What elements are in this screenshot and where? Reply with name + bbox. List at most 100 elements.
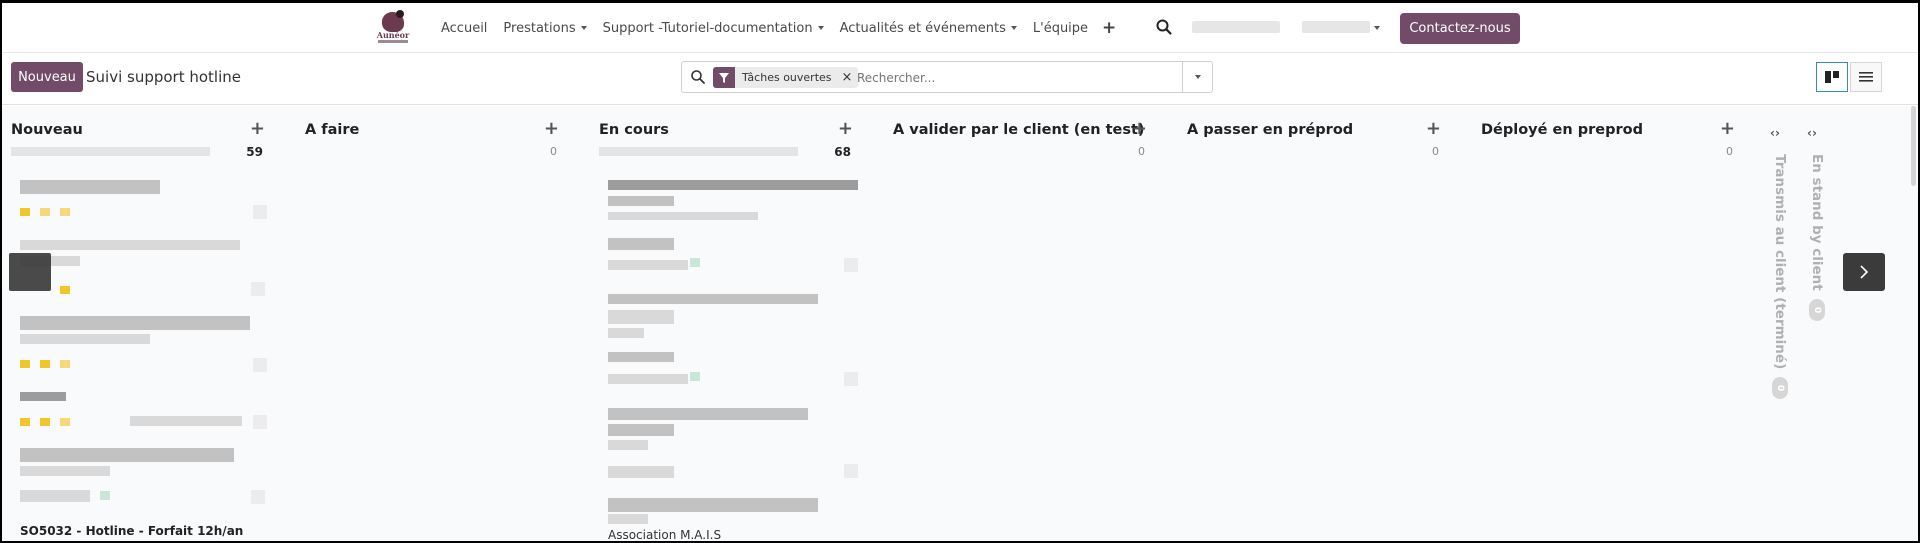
redacted-card-title[interactable] — [608, 408, 808, 420]
redacted-card-subtitle — [608, 328, 644, 338]
dragged-card-overlay[interactable] — [9, 253, 51, 291]
card-action-icon[interactable] — [844, 258, 858, 272]
search-icon[interactable] — [690, 69, 708, 87]
card-title[interactable]: SO5032 - Hotline - Forfait 12h/an — [20, 524, 243, 538]
column-count: 68 — [834, 145, 851, 159]
new-task-button[interactable]: Nouveau — [11, 62, 83, 92]
card-action-icon[interactable] — [251, 282, 265, 296]
column-title: A faire — [305, 122, 360, 138]
kanban-column-deploye-preprod: Déployé en preprod + 0 — [1472, 106, 1746, 541]
scroll-right-button[interactable] — [1843, 253, 1885, 291]
priority-star-icon[interactable] — [20, 208, 30, 216]
priority-star-icon[interactable] — [60, 208, 70, 216]
redacted-user-menu[interactable] — [1302, 21, 1370, 33]
priority-star-icon[interactable] — [40, 360, 50, 368]
card-action-icon[interactable] — [253, 205, 267, 219]
redacted-card-subtitle — [608, 514, 648, 524]
redacted-card-title[interactable] — [608, 180, 858, 190]
add-card-icon[interactable]: + — [1426, 118, 1441, 139]
card-action-icon[interactable] — [251, 490, 265, 504]
redacted-card-title[interactable] — [20, 316, 250, 330]
redacted-card-tags — [608, 374, 688, 384]
redacted-card-title[interactable] — [608, 294, 818, 304]
redacted-card-subtitle — [608, 212, 758, 220]
expand-column-icon[interactable]: ‹› — [1807, 126, 1817, 140]
menu-item-support[interactable]: Support -Tutoriel-documentation — [595, 21, 832, 36]
kanban-column-a-faire: A faire + 0 — [296, 106, 570, 541]
redacted-card-title[interactable] — [20, 392, 66, 401]
kanban-view-button[interactable] — [1816, 62, 1848, 92]
company-logo[interactable]: Aunéor — [376, 10, 410, 46]
caret-down-icon — [1374, 26, 1380, 30]
menu-item-prestations[interactable]: Prestations — [495, 21, 594, 36]
redacted-card-title[interactable] — [608, 196, 674, 206]
column-title: A valider par le client (en test) — [893, 122, 1145, 138]
add-card-icon[interactable]: + — [1720, 118, 1735, 139]
column-count: 0 — [1138, 145, 1145, 158]
menu-item-label: L'équipe — [1032, 20, 1089, 36]
menu-item-label: Actualités et événements — [839, 20, 1006, 36]
kanban-column-a-passer-preprod: A passer en préprod + 0 — [1178, 106, 1452, 541]
priority-star-icon[interactable] — [60, 360, 70, 368]
caret-down-icon — [817, 26, 824, 30]
priority-star-icon[interactable] — [20, 418, 30, 426]
folded-column-label: Transmis au client (terminé) — [1772, 154, 1788, 370]
column-count: 0 — [1726, 145, 1733, 158]
main-menu: Accueil Prestations Support -Tutoriel-do… — [433, 3, 1122, 53]
logo-accent — [396, 10, 404, 18]
kanban-board: Nouveau + 59 SO5032 - Hotline - Forfait … — [2, 106, 1918, 541]
column-title: En cours — [599, 122, 669, 138]
folded-column-title: Transmis au client (terminé) 0 — [1772, 154, 1788, 400]
priority-star-icon[interactable] — [40, 418, 50, 426]
card-action-icon[interactable] — [253, 358, 267, 372]
redacted-card-title[interactable] — [608, 498, 818, 512]
redacted-card-title[interactable] — [20, 240, 240, 250]
list-view-button[interactable] — [1850, 62, 1882, 92]
menu-item-actualites[interactable]: Actualités et événements — [832, 21, 1025, 36]
search-options-toggle[interactable] — [1182, 61, 1212, 93]
add-card-icon[interactable]: + — [544, 118, 559, 139]
column-title: Déployé en preprod — [1481, 122, 1643, 138]
priority-star-icon[interactable] — [60, 418, 70, 426]
add-card-icon[interactable]: + — [838, 118, 853, 139]
contact-button[interactable]: Contactez-nous — [1400, 13, 1520, 44]
page-title: Suivi support hotline — [86, 68, 242, 86]
folded-column-count: 0 — [1809, 298, 1825, 321]
search-icon[interactable] — [1155, 18, 1175, 38]
vertical-scrollbar[interactable] — [1911, 106, 1916, 186]
search-input[interactable] — [857, 68, 1157, 88]
column-progress-bar — [11, 147, 210, 156]
redacted-card-title[interactable] — [608, 424, 674, 436]
add-card-icon[interactable]: + — [1132, 118, 1147, 139]
kanban-folded-column-stand-by[interactable]: ‹› En stand by client 0 — [1799, 106, 1835, 541]
control-panel: Nouveau Suivi support hotline Tâches ouv… — [2, 54, 1918, 105]
menu-item-accueil[interactable]: Accueil — [433, 21, 495, 36]
card-action-icon[interactable] — [253, 415, 267, 429]
browser-viewport: Aunéor Accueil Prestations Support -Tuto… — [2, 3, 1918, 541]
add-card-icon[interactable]: + — [250, 118, 265, 139]
facet-label: Tâches ouvertes — [742, 71, 832, 84]
close-icon[interactable]: × — [842, 70, 853, 85]
redacted-card-title[interactable] — [20, 180, 160, 194]
kanban-column-nouveau: Nouveau + 59 SO5032 - Hotline - Forfait … — [2, 106, 276, 541]
caret-down-icon — [1194, 75, 1201, 79]
redacted-card-title[interactable] — [20, 448, 234, 462]
card-action-icon[interactable] — [844, 372, 858, 386]
column-progress-bar — [599, 147, 798, 156]
caret-down-icon — [1010, 26, 1017, 30]
priority-star-icon[interactable] — [60, 286, 70, 294]
card-title[interactable]: Association M.A.I.S — [608, 528, 721, 541]
plus-icon[interactable]: + — [1096, 18, 1122, 38]
card-action-icon[interactable] — [844, 464, 858, 478]
folded-column-title: En stand by client 0 — [1809, 154, 1825, 321]
redacted-language-selector[interactable] — [1192, 21, 1280, 33]
menu-item-equipe[interactable]: L'équipe — [1025, 21, 1096, 36]
search-facet-filter[interactable]: Tâches ouvertes × — [713, 67, 859, 88]
expand-column-icon[interactable]: ‹› — [1770, 126, 1780, 140]
list-icon — [1859, 72, 1873, 82]
priority-star-icon[interactable] — [20, 360, 30, 368]
kanban-folded-column-transmis[interactable]: ‹› Transmis au client (terminé) 0 — [1762, 106, 1798, 541]
priority-star-icon[interactable] — [40, 208, 50, 216]
column-title: A passer en préprod — [1187, 122, 1354, 138]
caret-down-icon — [580, 26, 587, 30]
